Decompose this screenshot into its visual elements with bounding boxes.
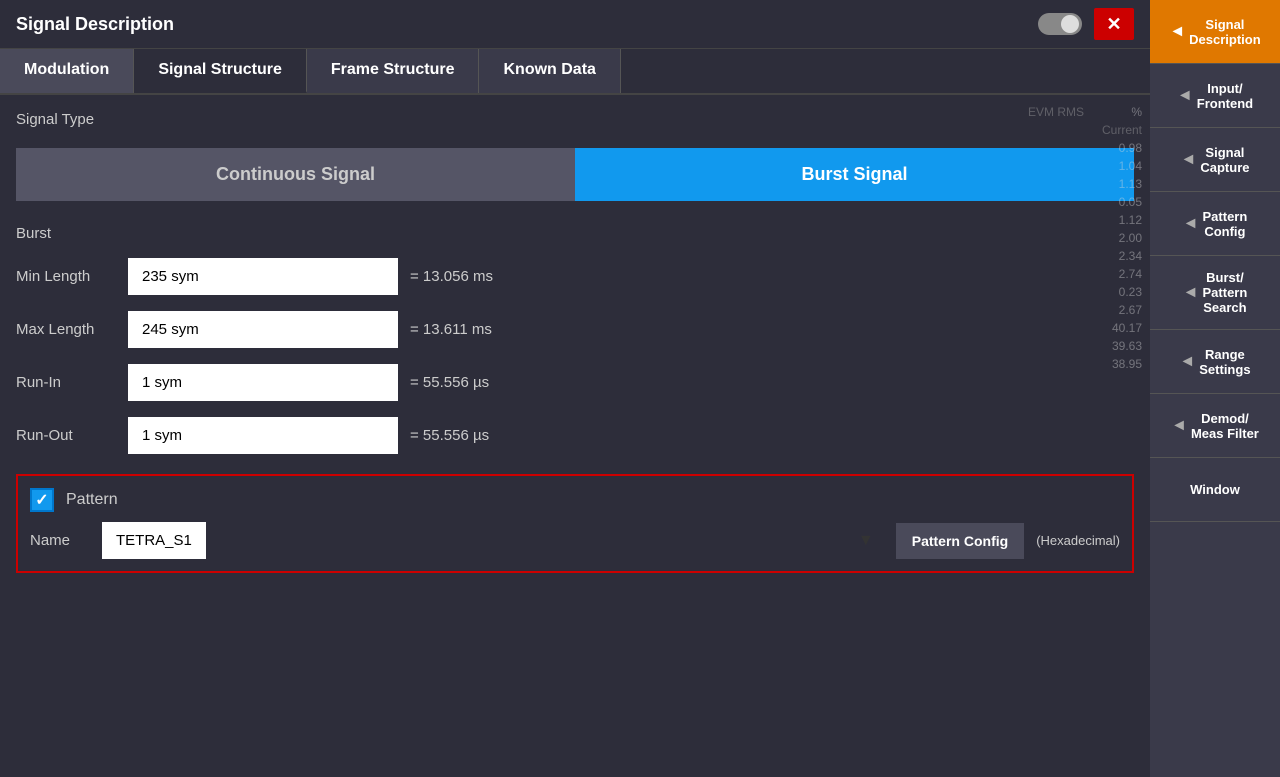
min-length-computed: = 13.056 ms (410, 268, 493, 285)
run-out-computed: = 55.556 µs (410, 427, 489, 444)
name-label: Name (30, 532, 90, 549)
bg-val-7: 2.74 (1092, 267, 1142, 281)
title-bar: Signal Description ✕ (0, 0, 1150, 49)
pattern-label: Pattern (66, 491, 118, 509)
sidebar-item-pattern-config[interactable]: ◄ Pattern Config (1150, 192, 1280, 256)
sidebar-label-signal-description: Signal Description (1189, 17, 1261, 47)
max-length-computed: = 13.611 ms (410, 321, 492, 338)
sidebar-item-window[interactable]: Window (1150, 458, 1280, 522)
run-out-label: Run-Out (16, 427, 116, 444)
run-in-input[interactable] (128, 364, 398, 401)
evm-rms-label: EVM RMS (1028, 105, 1084, 119)
sidebar-arrow-signal-capture: ◄ (1181, 151, 1197, 169)
max-length-input[interactable] (128, 311, 398, 348)
sidebar-arrow-signal-description: ◄ (1169, 23, 1185, 41)
tab-modulation[interactable]: Modulation (0, 49, 134, 93)
sidebar-label-pattern-config: Pattern Config (1203, 209, 1248, 239)
sidebar-item-burst-pattern-search[interactable]: ◄ Burst/ Pattern Search (1150, 256, 1280, 330)
dialog-title: Signal Description (16, 14, 174, 35)
sidebar-item-signal-capture[interactable]: ◄ Signal Capture (1150, 128, 1280, 192)
tab-known-data[interactable]: Known Data (479, 49, 620, 93)
bg-val-12: 38.95 (1092, 357, 1142, 371)
bg-val-11: 39.63 (1092, 339, 1142, 353)
toggle-knob (1061, 15, 1079, 33)
bg-table: EVM RMS % Current 0.98 1.04 1.13 0.05 1.… (850, 95, 1150, 777)
sidebar-item-signal-description[interactable]: ◄ Signal Description (1150, 0, 1280, 64)
bg-val-6: 2.34 (1092, 249, 1142, 263)
max-length-label: Max Length (16, 321, 116, 338)
min-length-label: Min Length (16, 268, 116, 285)
name-select[interactable]: TETRA_S1 TETRA_S2 Custom (102, 522, 206, 559)
right-sidebar: ◄ Signal Description ◄ Input/ Frontend ◄… (1150, 0, 1280, 777)
bg-val-0: 0.98 (1092, 141, 1142, 155)
sidebar-arrow-input-frontend: ◄ (1177, 87, 1193, 105)
bg-val-2: 1.13 (1092, 177, 1142, 191)
title-bar-left: Signal Description (16, 14, 174, 35)
bg-val-1: 1.04 (1092, 159, 1142, 173)
sidebar-label-window: Window (1190, 482, 1240, 497)
bg-val-5: 2.00 (1092, 231, 1142, 245)
name-select-wrapper: TETRA_S1 TETRA_S2 Custom ▼ (102, 522, 884, 559)
pattern-checkbox-wrapper: ✓ Pattern (30, 488, 118, 512)
min-length-input[interactable] (128, 258, 398, 295)
sidebar-item-input-frontend[interactable]: ◄ Input/ Frontend (1150, 64, 1280, 128)
bg-val-8: 0.23 (1092, 285, 1142, 299)
content-area: EVM RMS % Current 0.98 1.04 1.13 0.05 1.… (0, 95, 1150, 777)
current-label: Current (1102, 123, 1142, 137)
sidebar-item-range-settings[interactable]: ◄ Range Settings (1150, 330, 1280, 394)
sidebar-label-demod-meas-filter: Demod/ Meas Filter (1191, 411, 1259, 441)
enable-toggle[interactable] (1038, 13, 1082, 35)
sidebar-label-burst-pattern-search: Burst/ Pattern Search (1203, 270, 1248, 315)
tab-bar: Modulation Signal Structure Frame Struct… (0, 49, 1150, 95)
tab-signal-structure[interactable]: Signal Structure (134, 49, 307, 93)
sidebar-label-signal-capture: Signal Capture (1200, 145, 1249, 175)
bg-val-3: 0.05 (1092, 195, 1142, 209)
select-arrow-icon: ▼ (858, 532, 874, 550)
sidebar-arrow-pattern-config: ◄ (1183, 215, 1199, 233)
sidebar-item-demod-meas-filter[interactable]: ◄ Demod/ Meas Filter (1150, 394, 1280, 458)
pattern-checkbox[interactable]: ✓ (30, 488, 54, 512)
run-out-input[interactable] (128, 417, 398, 454)
checkmark-icon: ✓ (35, 490, 48, 510)
signal-description-dialog: Signal Description ✕ Modulation Signal S… (0, 0, 1150, 777)
sidebar-label-input-frontend: Input/ Frontend (1197, 81, 1253, 111)
bg-val-4: 1.12 (1092, 213, 1142, 227)
bg-val-9: 2.67 (1092, 303, 1142, 317)
sidebar-arrow-demod-meas-filter: ◄ (1171, 417, 1187, 435)
sidebar-label-range-settings: Range Settings (1199, 347, 1250, 377)
close-button[interactable]: ✕ (1094, 8, 1134, 40)
percent-label: % (1092, 105, 1142, 119)
continuous-signal-button[interactable]: Continuous Signal (16, 148, 575, 201)
sidebar-arrow-burst-pattern-search: ◄ (1183, 284, 1199, 302)
run-in-label: Run-In (16, 374, 116, 391)
tab-frame-structure[interactable]: Frame Structure (307, 49, 480, 93)
bg-val-10: 40.17 (1092, 321, 1142, 335)
sidebar-arrow-range-settings: ◄ (1179, 353, 1195, 371)
run-in-computed: = 55.556 µs (410, 374, 489, 391)
